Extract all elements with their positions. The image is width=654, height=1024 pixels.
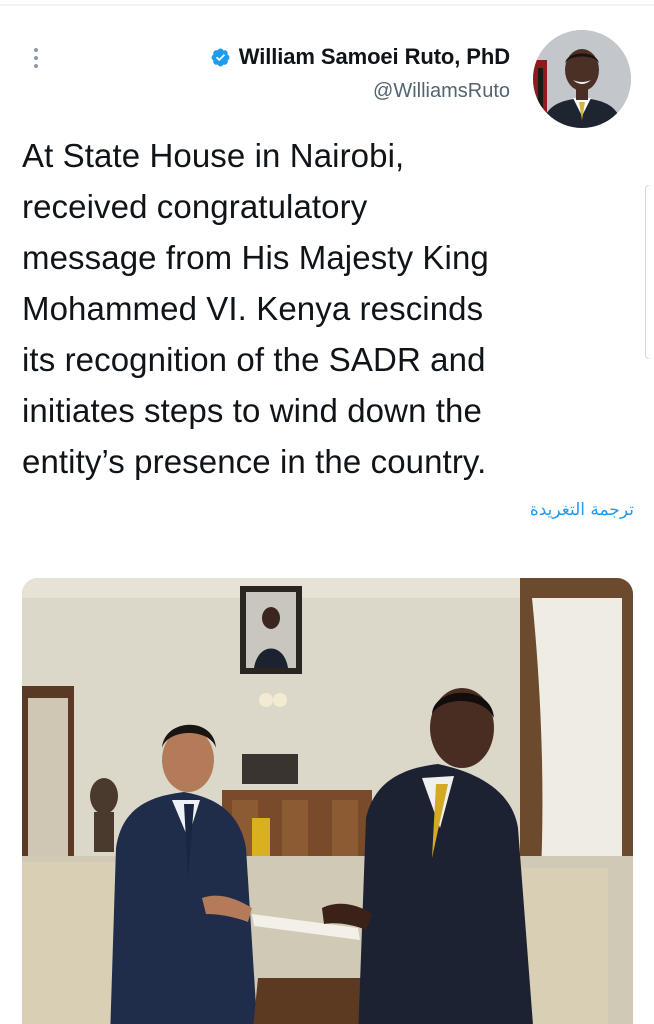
avatar[interactable] <box>533 30 631 128</box>
more-vertical-icon-dot <box>34 64 38 68</box>
more-vertical-icon-dot <box>34 56 38 60</box>
more-vertical-icon <box>34 48 38 52</box>
author-display-name[interactable]: William Samoei Ruto, PhD <box>239 44 510 70</box>
tweet-text: At State House in Nairobi, received cong… <box>22 137 489 480</box>
profile-photo <box>533 30 631 128</box>
author-name-row: William Samoei Ruto, PhD <box>210 44 510 70</box>
translate-tweet-link[interactable]: ترجمة التغريدة <box>530 500 634 520</box>
author-handle[interactable]: @WilliamsRuto <box>210 80 510 103</box>
scrollbar-edge[interactable] <box>645 185 649 359</box>
top-divider <box>0 4 654 6</box>
verified-badge-icon <box>211 48 230 66</box>
tweet-photo-image <box>22 578 633 1024</box>
tweet-photo[interactable] <box>22 578 633 1024</box>
more-options-button[interactable] <box>24 42 48 74</box>
tweet-author[interactable]: William Samoei Ruto, PhD @WilliamsRuto <box>210 44 510 103</box>
